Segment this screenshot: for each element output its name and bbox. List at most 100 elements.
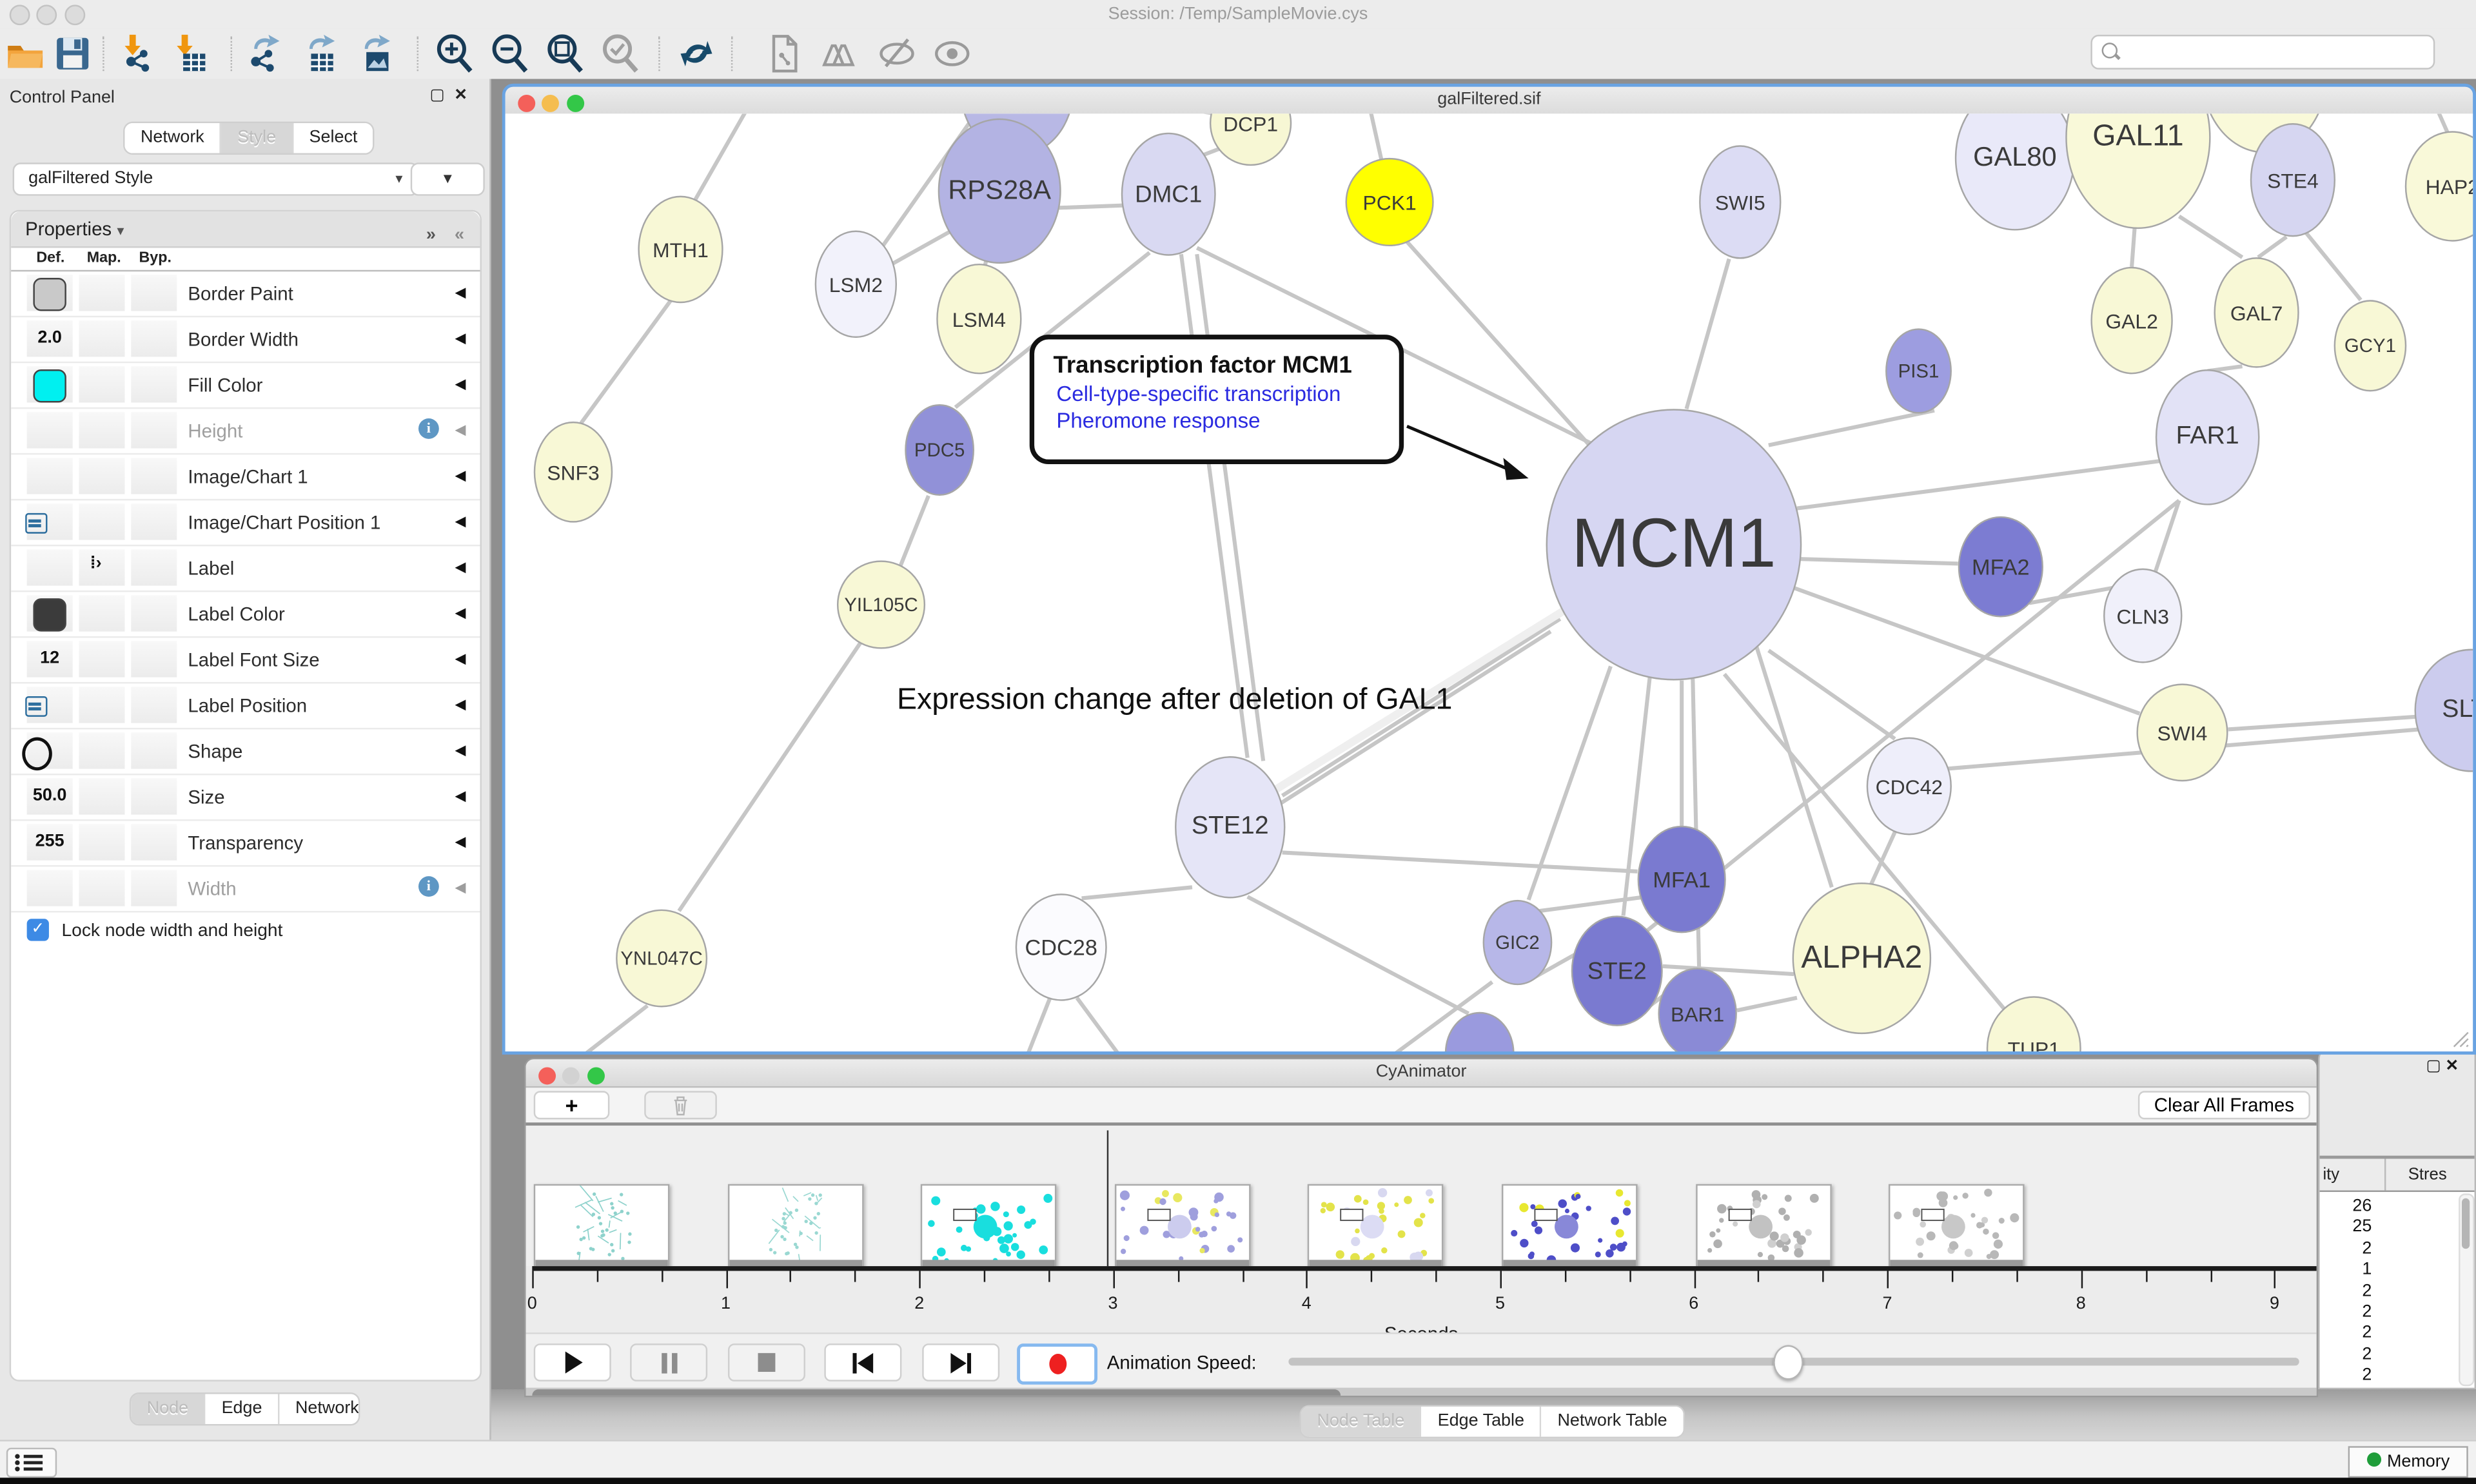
network-node-snf3[interactable]: SNF3 [534,422,613,523]
expand-row-icon[interactable]: ◀ [455,605,466,622]
table-cell[interactable]: 2 [2320,1345,2372,1363]
zoom-cyanimator-icon[interactable] [587,1068,605,1085]
close-cyanimator-icon[interactable] [538,1068,556,1085]
default-swatch[interactable] [33,278,66,311]
default-value[interactable]: 12 [27,649,73,668]
frame-thumbnail-7[interactable] [1695,1184,1831,1269]
property-row-label-color[interactable]: Label Color◀ [11,592,480,638]
cyanimator-frames-area[interactable] [526,1126,2317,1266]
properties-header[interactable]: Properties ▾ » « [11,211,480,248]
default-swatch[interactable] [33,369,66,402]
network-node-ste12[interactable]: STE12 [1175,756,1285,898]
position-icon[interactable] [25,696,47,717]
info-icon[interactable]: i [418,418,439,439]
cyanimator-scrollbar-thumb[interactable] [532,1389,1341,1397]
memory-button[interactable]: Memory [2348,1446,2468,1478]
network-node-slt2[interactable]: SLT2 [2414,649,2473,772]
close-window-icon[interactable] [10,5,30,25]
animation-speed-slider-thumb[interactable] [1773,1345,1803,1380]
network-node-gcy1[interactable]: GCY1 [2334,300,2407,391]
property-row-width[interactable]: Widthi◀ [11,866,480,912]
zoom-selected-icon[interactable] [600,33,642,74]
passthrough-mapping-icon[interactable]: ⁞› [90,554,102,573]
network-node-mfa1[interactable]: MFA1 [1638,826,1726,933]
close-panel-icon[interactable]: ✕ [454,87,477,104]
property-row-fill-color[interactable]: Fill Color◀ [11,363,480,409]
frame-thumbnail-1[interactable] [534,1184,670,1269]
default-value[interactable]: 50.0 [27,786,73,805]
table-cell[interactable]: 2 [2320,1323,2372,1342]
lock-size-row[interactable]: ✓ Lock node width and height [11,913,480,951]
network-node-gal2[interactable]: GAL2 [2090,267,2172,375]
tab-network-table[interactable]: Network Table [1542,1407,1683,1437]
table-vertical-scrollbar[interactable] [2459,1193,2474,1386]
property-row-border-width[interactable]: 2.0Border Width◀ [11,317,480,363]
property-row-size[interactable]: 50.0Size◀ [11,775,480,821]
delete-frame-button[interactable] [644,1091,717,1119]
network-node-far1[interactable]: FAR1 [2156,369,2260,505]
network-node-ste2[interactable]: STE2 [1571,915,1663,1026]
network-node-cdc42[interactable]: CDC42 [1867,737,1952,835]
pause-button[interactable] [630,1343,707,1381]
property-row-image-chart-position-1[interactable]: Image/Chart Position 1◀ [11,500,480,546]
export-network-icon[interactable] [245,33,286,74]
network-canvas[interactable]: DCP1RPS28ADMC1PCK1SWI5GAL80GAL11STE4HAP2… [506,113,2473,1051]
expand-row-icon[interactable]: ◀ [455,330,466,347]
network-window-titlebar[interactable]: galFiltered.sif [506,87,2473,115]
network-node-swi5[interactable]: SWI5 [1699,145,1781,259]
ellipse-shape-icon[interactable] [22,737,52,770]
export-table-icon[interactable] [300,33,341,74]
style-selector[interactable]: galFiltered Style ▾ [13,162,418,195]
network-node-tup1[interactable]: TUP1 [1987,996,2081,1051]
network-node-gal7[interactable]: GAL7 [2214,257,2299,367]
property-row-height[interactable]: Heighti◀ [11,409,480,454]
network-node-pck1[interactable]: PCK1 [1346,158,1434,246]
float-table-panel-icon[interactable]: ▢ [2426,1058,2446,1075]
network-node-gic2[interactable]: GIC2 [1483,900,1553,985]
expand-row-icon[interactable]: ◀ [455,650,466,668]
network-node-ynl047c[interactable]: YNL047C [616,910,707,1008]
zoom-out-icon[interactable] [489,33,531,74]
tab-node[interactable]: Node [131,1394,206,1424]
network-node-pis1[interactable]: PIS1 [1885,328,1952,413]
zoom-fit-icon[interactable] [545,33,586,74]
expand-row-icon[interactable]: ◀ [455,284,466,302]
table-cell[interactable]: 1 [2320,1260,2372,1279]
position-icon[interactable] [25,513,47,534]
network-node-dcp1[interactable]: DCP1 [1210,113,1292,166]
network-node-lsm4[interactable]: LSM4 [936,264,1021,374]
table-cell[interactable]: 2 [2320,1302,2372,1321]
expand-row-icon[interactable]: ◀ [455,467,466,485]
frame-thumbnail-8[interactable] [1889,1184,2025,1269]
export-image-icon[interactable] [355,33,397,74]
float-panel-icon[interactable]: ▢ [430,87,455,104]
expand-row-icon[interactable]: ◀ [455,879,466,897]
lock-size-checkbox[interactable]: ✓ [27,919,49,941]
property-row-transparency[interactable]: 255Transparency◀ [11,821,480,866]
frame-thumbnail-2[interactable] [727,1184,863,1269]
minimize-cyanimator-icon[interactable] [563,1068,580,1085]
skip-to-end-button[interactable] [922,1343,999,1381]
network-node-cdc28[interactable]: CDC28 [1016,893,1107,1001]
zoom-window-icon[interactable] [64,5,85,25]
network-node-swi4[interactable]: SWI4 [2136,683,2228,781]
network-window[interactable]: galFiltered.sif DCP1RPS28ADMC1PCK1SWI5GA… [502,84,2476,1055]
network-node-gal80[interactable]: GAL80 [1955,113,2075,230]
hide-selected-icon[interactable] [876,33,918,74]
expand-row-icon[interactable]: ◀ [455,513,466,531]
property-row-shape[interactable]: Shape◀ [11,729,480,775]
table-cell[interactable]: 2 [2320,1282,2372,1300]
timeline-playhead[interactable] [1107,1130,1108,1266]
cyanimator-scrollbar[interactable] [526,1388,2317,1398]
import-network-icon[interactable] [119,33,160,74]
timeline-ruler[interactable]: Seconds 0123456789 [526,1266,2317,1333]
info-icon[interactable]: i [418,876,439,897]
node-table-header[interactable]: ity Stres [2320,1159,2476,1192]
table-column-stress[interactable]: Stres [2408,1165,2447,1184]
minimize-window-icon[interactable] [37,5,57,25]
network-node-alpha2[interactable]: ALPHA2 [1793,883,1932,1034]
expand-row-icon[interactable]: ◀ [455,559,466,576]
record-button[interactable] [1017,1343,1097,1385]
network-node-mth1[interactable]: MTH1 [638,196,723,304]
table-cell[interactable]: 26 [2320,1196,2372,1215]
